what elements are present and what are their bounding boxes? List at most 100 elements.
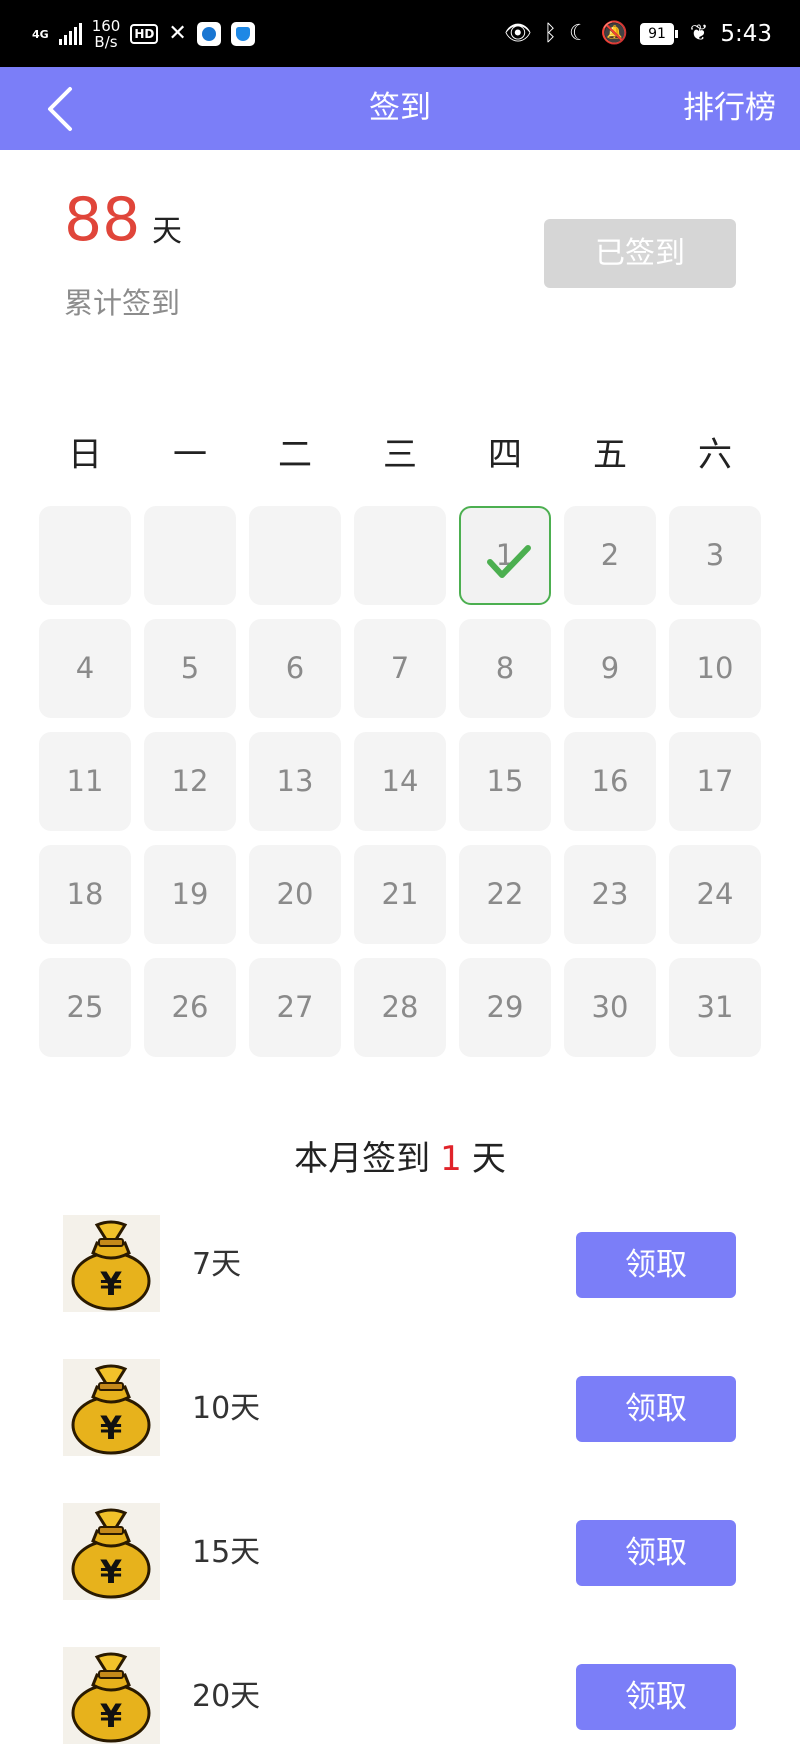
calendar-empty-cell	[144, 506, 236, 605]
calendar-day-number: 24	[696, 877, 734, 911]
calendar-day: 8	[459, 619, 551, 718]
leaderboard-link[interactable]: 排行榜	[683, 67, 776, 150]
app-notification-icon	[196, 22, 221, 46]
calendar-day-number: 23	[591, 877, 629, 911]
calendar-day: 3	[669, 506, 761, 605]
weekday-label: 四	[488, 435, 522, 475]
calendar-day-number: 7	[390, 651, 410, 685]
calendar-day-number: 9	[600, 651, 620, 685]
reward-row: ¥7天 领取	[0, 1215, 800, 1315]
calendar-day: 23	[564, 845, 656, 944]
month-checkin-summary: 本月签到 1 天	[0, 1135, 800, 1183]
month-checkin-count: 1	[440, 1139, 462, 1179]
month-checkin-prefix: 本月签到	[294, 1139, 431, 1179]
svg-text:¥: ¥	[100, 1265, 122, 1303]
reward-row: ¥10天 领取	[0, 1359, 800, 1459]
calendar-day-number: 29	[486, 990, 524, 1024]
calendar-day-number: 21	[381, 877, 419, 911]
claim-reward-button[interactable]: 领取	[576, 1664, 736, 1730]
reward-row: ¥15天 领取	[0, 1503, 800, 1603]
calendar-day: 20	[249, 845, 341, 944]
calendar-day: 30	[564, 958, 656, 1057]
calendar-day-number: 30	[591, 990, 629, 1024]
calendar-day-number: 26	[171, 990, 209, 1024]
calendar-day-number: 11	[66, 764, 104, 798]
money-bag-icon: ¥	[71, 1652, 151, 1743]
signed-in-button[interactable]: 已签到	[544, 219, 736, 288]
calendar-day: 19	[144, 845, 236, 944]
reward-icon: ¥	[63, 1215, 160, 1312]
weekday-label: 一	[173, 435, 207, 475]
calendar-day: 31	[669, 958, 761, 1057]
calendar-day: 2	[564, 506, 656, 605]
calendar-day-number: 16	[591, 764, 629, 798]
calendar-day: 16	[564, 732, 656, 831]
reward-row: ¥20天 领取	[0, 1647, 800, 1747]
bell-off-icon: 🔕	[600, 21, 629, 46]
weekday-label: 六	[698, 435, 732, 475]
calendar-day: 24	[669, 845, 761, 944]
page-title: 签到	[369, 90, 431, 126]
bluetooth-icon: ᛒ	[543, 21, 557, 46]
calendar-day: 10	[669, 619, 761, 718]
calendar-day: 17	[669, 732, 761, 831]
network-speed: 160 B/s	[92, 18, 121, 50]
calendar-day: 13	[249, 732, 341, 831]
calendar-day-number: 25	[66, 990, 104, 1024]
leaf-icon: ❦	[689, 21, 709, 46]
calendar-day-number: 13	[276, 764, 314, 798]
reward-days-label: 10天	[192, 1391, 261, 1426]
reward-icon: ¥	[63, 1647, 160, 1744]
calendar-day-number: 19	[171, 877, 209, 911]
money-bag-icon: ¥	[71, 1220, 151, 1311]
calendar-day-number: 15	[486, 764, 524, 798]
calendar-day-number: 2	[600, 538, 620, 572]
total-checkin-unit: 天	[152, 214, 182, 249]
weekday-header: 日一二三四五六	[0, 425, 800, 485]
status-bar: 4G 160 B/s HD ✕ 👁 ᛒ ☾ 🔕 91 ❦ 5:43	[0, 0, 800, 67]
weekday-label: 五	[593, 435, 627, 475]
svg-text:¥: ¥	[100, 1553, 122, 1591]
reward-days-label: 20天	[192, 1679, 261, 1714]
eye-icon: 👁	[503, 21, 532, 46]
reward-icon: ¥	[63, 1359, 160, 1456]
claim-reward-button[interactable]: 领取	[576, 1376, 736, 1442]
missed-call-icon: ✕	[168, 21, 187, 46]
svg-text:¥: ¥	[100, 1697, 122, 1735]
calendar-day: 12	[144, 732, 236, 831]
calendar-day-checked: 1	[459, 506, 551, 605]
calendar-day: 15	[459, 732, 551, 831]
calendar-day: 22	[459, 845, 551, 944]
calendar-day: 5	[144, 619, 236, 718]
nav-bar: 签到 排行榜	[0, 67, 800, 150]
battery-icon: 91	[640, 23, 678, 45]
claim-reward-button[interactable]: 领取	[576, 1520, 736, 1586]
calendar-day-number: 12	[171, 764, 209, 798]
calendar-day-number: 14	[381, 764, 419, 798]
battery-level: 91	[640, 23, 674, 45]
calendar-day: 6	[249, 619, 341, 718]
month-checkin-suffix: 天	[471, 1139, 506, 1179]
calendar-day: 18	[39, 845, 131, 944]
calendar-day-number: 10	[696, 651, 734, 685]
calendar-day: 9	[564, 619, 656, 718]
calendar-day-number: 4	[75, 651, 95, 685]
calendar-day: 21	[354, 845, 446, 944]
svg-text:¥: ¥	[100, 1409, 122, 1447]
calendar-day: 11	[39, 732, 131, 831]
money-bag-icon: ¥	[71, 1364, 151, 1455]
network-speed-unit: B/s	[94, 33, 118, 51]
calendar-day-number: 8	[495, 651, 515, 685]
calendar-day-number: 18	[66, 877, 104, 911]
claim-reward-button[interactable]: 领取	[576, 1232, 736, 1298]
calendar-day-number: 17	[696, 764, 734, 798]
status-bar-right: 👁 ᛒ ☾ 🔕 91 ❦ 5:43	[504, 14, 772, 54]
reward-days-label: 7天	[192, 1247, 242, 1282]
reward-icon: ¥	[63, 1503, 160, 1600]
calendar-day: 4	[39, 619, 131, 718]
network-type: 4G	[32, 27, 49, 41]
checkmark-icon	[487, 545, 531, 578]
reward-days-label: 15天	[192, 1535, 261, 1570]
hd-icon: HD	[130, 24, 159, 44]
calendar-day-number: 22	[486, 877, 524, 911]
